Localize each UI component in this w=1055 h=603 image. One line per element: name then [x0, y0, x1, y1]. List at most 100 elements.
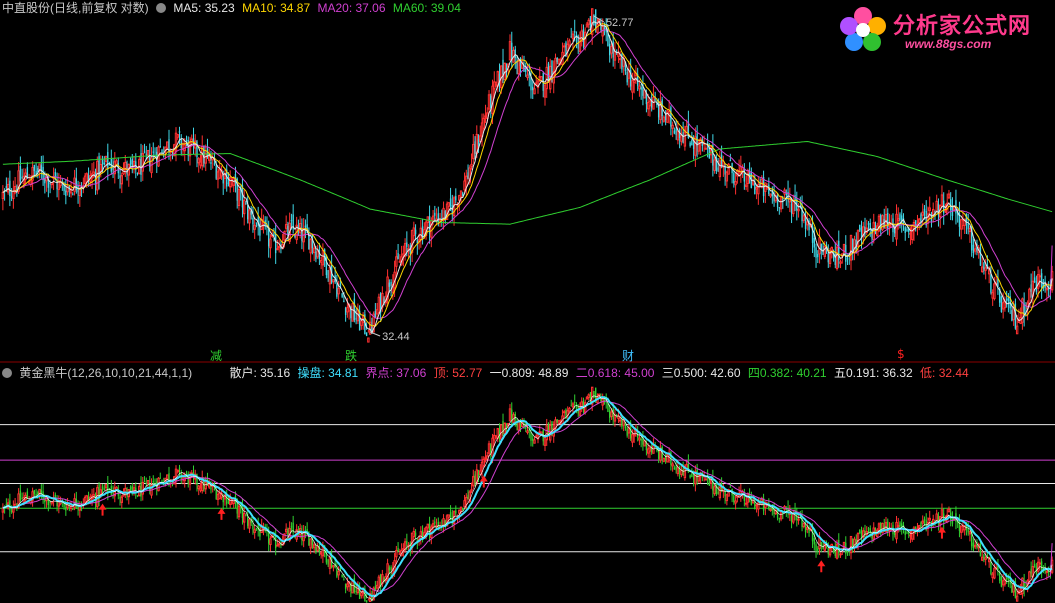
price-candle: [1030, 284, 1032, 292]
price-candle: [215, 165, 217, 179]
ind-candle: [107, 481, 109, 493]
ind-candle: [626, 428, 628, 436]
price-candle: [828, 253, 832, 264]
ind-candle: [375, 584, 379, 589]
price-candle: [21, 176, 23, 179]
price-candle: [610, 45, 613, 54]
signal-reduce: 减: [210, 349, 223, 363]
price-candle: [689, 142, 691, 146]
ind-candle: [797, 518, 800, 521]
price-candle: [325, 255, 328, 276]
ind-candle: [984, 557, 987, 560]
ind-candle: [230, 500, 234, 503]
ind-candle: [1015, 595, 1019, 602]
price-candle: [667, 110, 671, 114]
price-candle: [746, 169, 750, 184]
price-candle: [230, 181, 234, 185]
indicator-settings-icon[interactable]: [2, 368, 12, 378]
ind-candle: [19, 490, 22, 501]
price-candle: [267, 228, 270, 247]
price-candle: [119, 175, 121, 178]
ind-candle: [431, 523, 435, 528]
price-candle: [213, 163, 216, 165]
ind-candle: [815, 544, 817, 552]
price-candle: [947, 193, 951, 199]
ind-candle: [792, 513, 795, 523]
ind-candle: [462, 508, 464, 511]
ind-candle: [940, 509, 944, 518]
price-candle: [1045, 288, 1049, 291]
price-candle: [502, 59, 504, 75]
price-candle: [574, 31, 576, 33]
ind-fib2: 二0.618: 45.00: [575, 366, 655, 380]
price-candle: [253, 224, 256, 230]
price-chart[interactable]: 52.77 32.44: [0, 0, 1055, 603]
ind-candle: [906, 532, 908, 534]
price-candle: [618, 58, 622, 61]
price-candle: [351, 303, 354, 322]
ind-candle: [574, 401, 576, 404]
ind-candle: [554, 419, 557, 429]
ind-candle: [470, 489, 473, 492]
ind-candle: [673, 467, 676, 470]
price-candle: [1000, 296, 1003, 312]
ind-candle: [901, 523, 903, 527]
price-candle: [778, 207, 781, 209]
ind-candle: [277, 543, 281, 546]
price-candle: [447, 202, 451, 207]
low-pointer: [369, 331, 381, 337]
ind-candle: [613, 414, 617, 422]
settings-gear-icon[interactable]: [156, 3, 167, 13]
ind-candle: [395, 549, 398, 558]
ind-candle: [648, 447, 652, 452]
ind-candle: [593, 390, 595, 399]
price-candle: [692, 142, 695, 149]
price-candle: [918, 218, 921, 224]
price-candle: [120, 175, 123, 185]
price-candle: [839, 261, 842, 264]
price-candle: [867, 223, 870, 225]
ind-candle: [909, 534, 912, 537]
price-candle: [646, 101, 650, 110]
ind-candle: [595, 387, 597, 401]
price-candle: [638, 85, 641, 90]
price-candle: [341, 293, 343, 297]
ind-candle: [502, 420, 504, 431]
price-candle: [526, 74, 529, 79]
ind-candle: [587, 394, 590, 399]
price-candle: [563, 45, 566, 48]
ind-candle: [284, 528, 288, 533]
price-candle: [764, 182, 767, 192]
price-candle: [595, 9, 597, 29]
price-candle: [720, 154, 723, 167]
ind-candle: [99, 489, 103, 496]
ind-candle: [449, 512, 452, 518]
ind-candle: [959, 525, 963, 533]
price-candle: [344, 307, 347, 315]
price-candle: [940, 194, 944, 207]
price-candle: [423, 229, 426, 235]
ind-candle: [343, 579, 345, 581]
ind-candle: [818, 537, 821, 550]
ind-candle: [10, 510, 13, 512]
ind-candle: [185, 473, 188, 475]
ind-candle: [21, 497, 23, 499]
ind-candle: [570, 405, 572, 407]
price-candle: [959, 219, 963, 230]
price-candle: [909, 232, 912, 235]
ind-candle: [44, 499, 46, 503]
ind-candle: [852, 538, 854, 548]
ind-candle: [557, 420, 561, 425]
price-candle: [477, 139, 480, 145]
ind-candle: [691, 473, 693, 477]
ind-candle: [904, 531, 906, 535]
ind-candle: [725, 494, 729, 502]
price-candle: [802, 215, 806, 221]
price-candle: [465, 175, 468, 187]
price-candle: [797, 208, 800, 212]
ind-candle: [72, 509, 74, 511]
price-candle: [818, 237, 821, 255]
ind-candle: [243, 512, 246, 523]
price-candle: [180, 138, 182, 149]
ind-candle: [947, 508, 951, 513]
